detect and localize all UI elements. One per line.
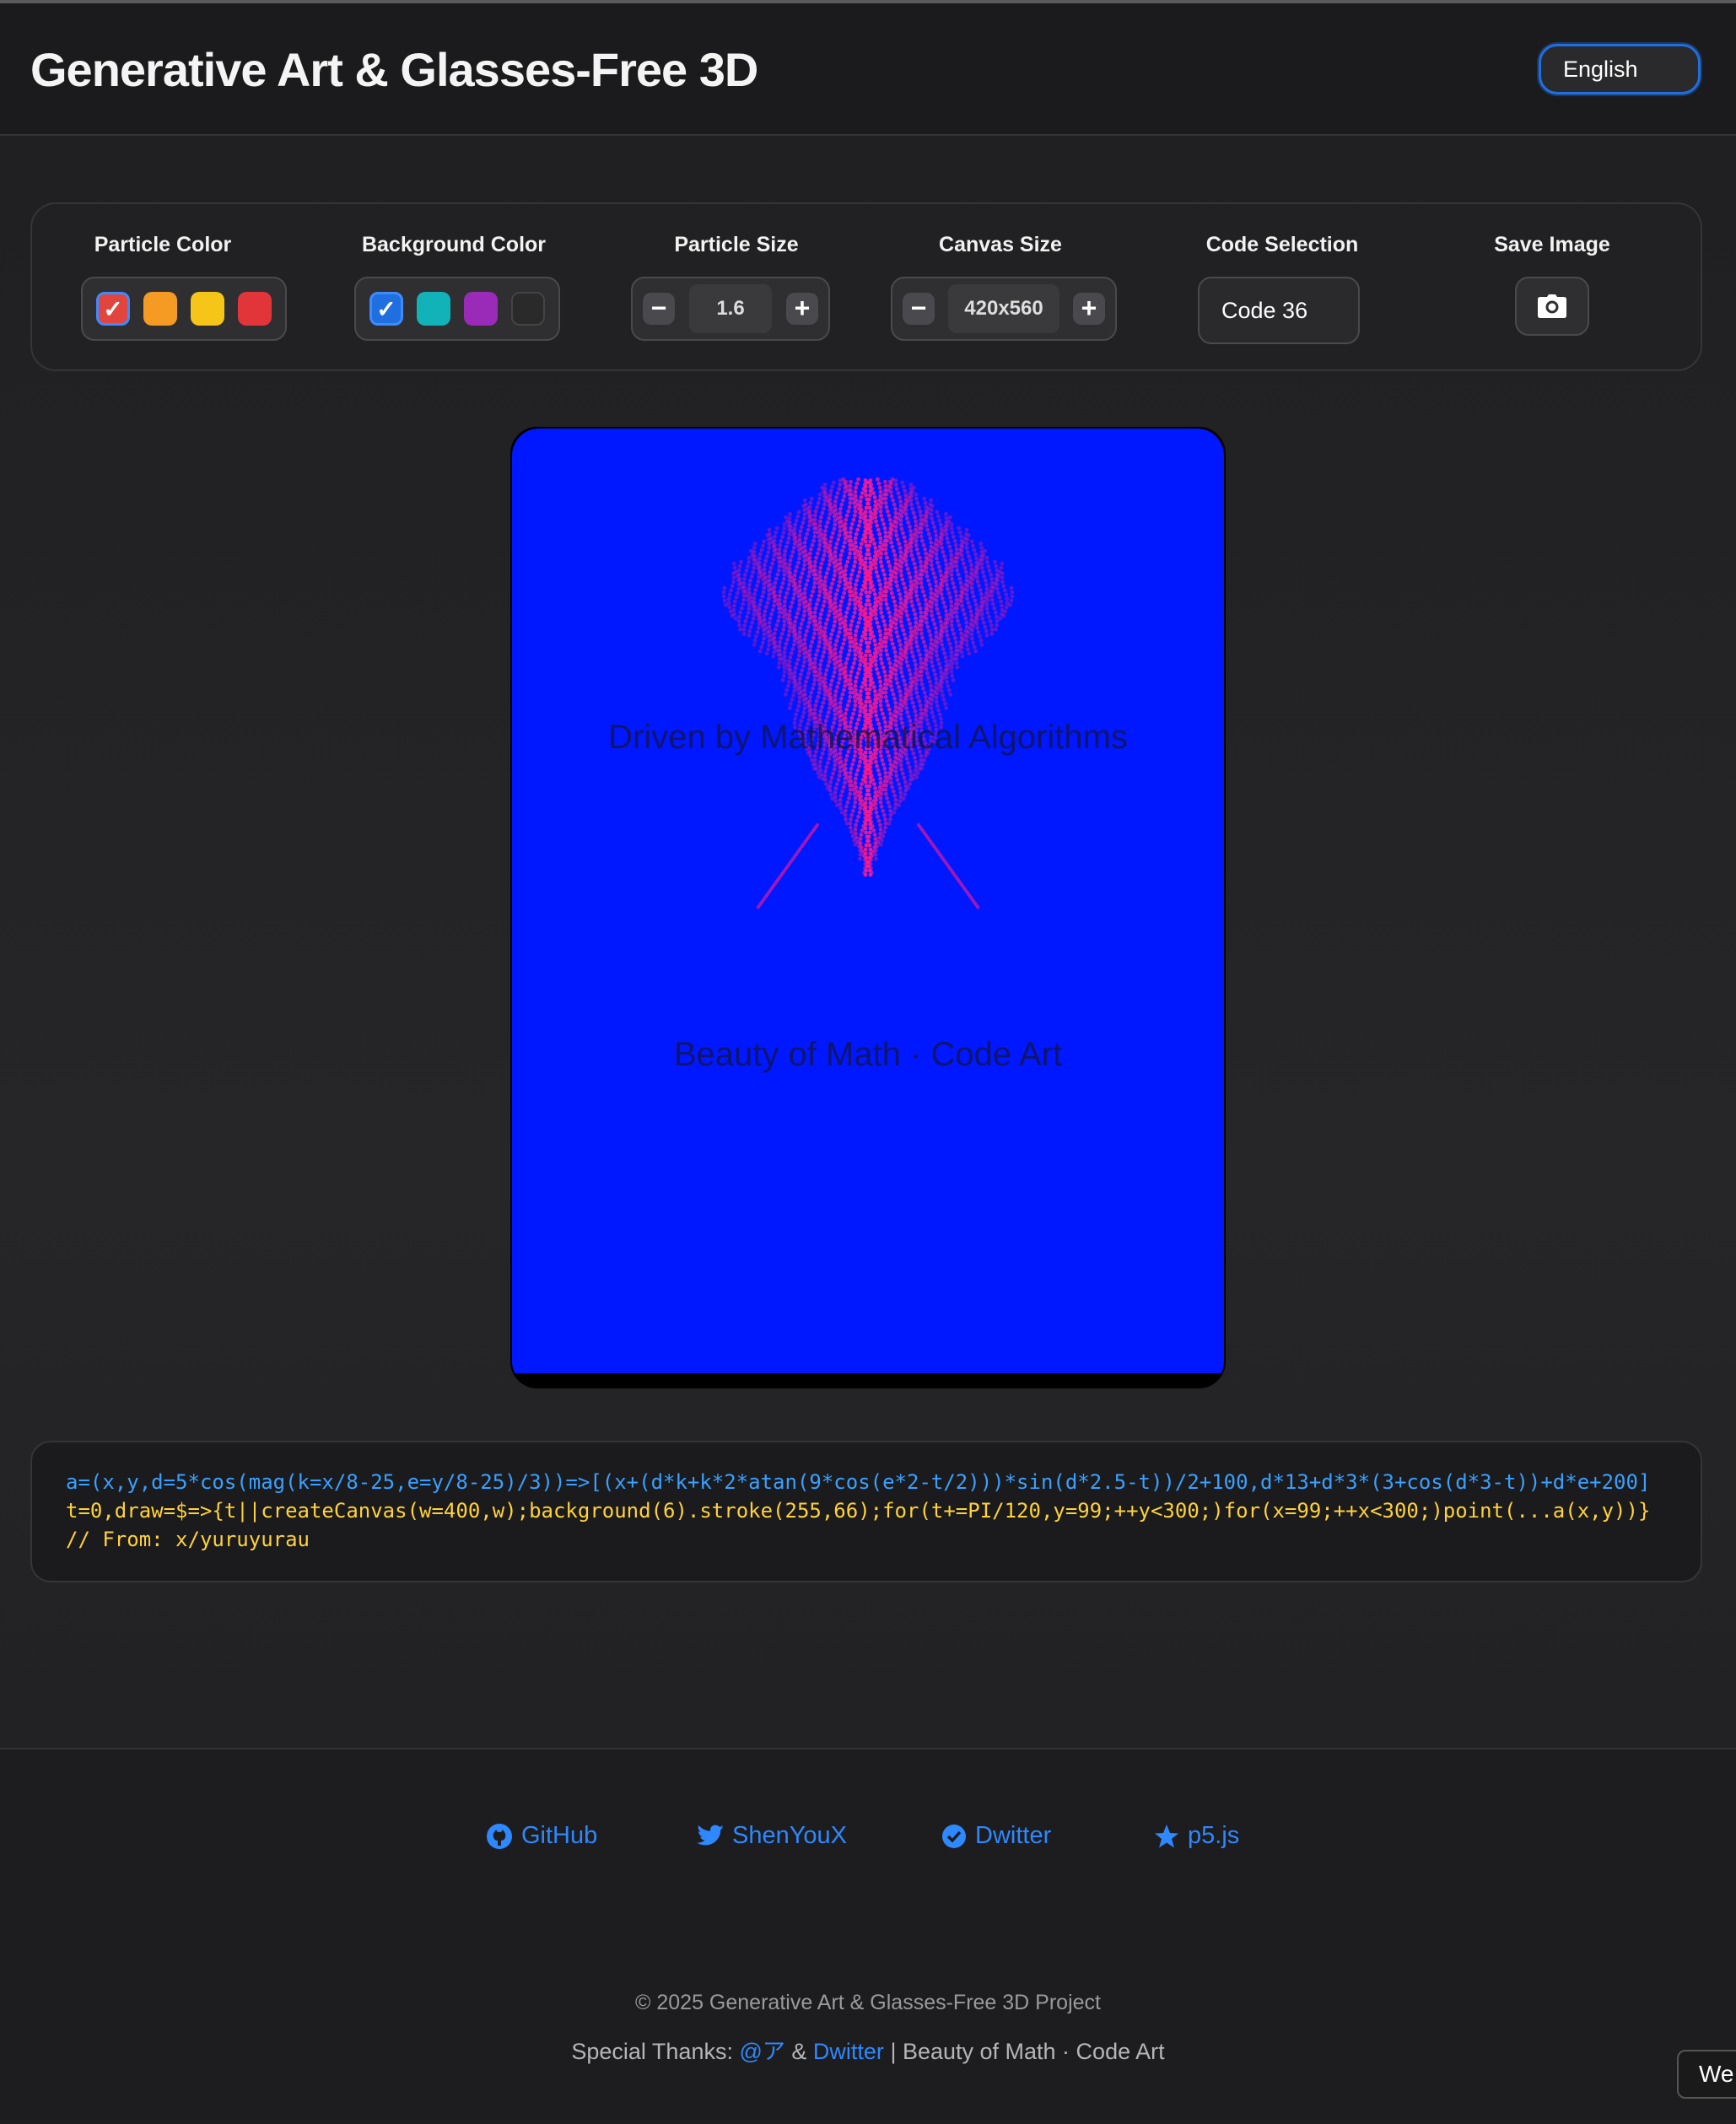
save-image-group: Save Image <box>1466 233 1638 263</box>
particle-size-label: Particle Size <box>674 233 799 256</box>
art-canvas-frame: Driven by Mathematical Algorithms Beauty… <box>510 427 1226 1388</box>
code-display: a=(x,y,d=5*cos(mag(k=x/8-25,e=y/8-25)/3)… <box>30 1441 1702 1582</box>
footer-link-p5js-label: p5.js <box>1188 1822 1240 1849</box>
code-selection-label: Code Selection <box>1205 233 1359 256</box>
background-color-purple[interactable] <box>464 292 498 326</box>
footer-link-github-label: GitHub <box>521 1822 598 1849</box>
code-line-2: t=0,draw=$=>{t||createCanvas(w=400,w);ba… <box>66 1499 1651 1523</box>
verified-icon <box>942 1824 966 1848</box>
code-line-1: a=(x,y,d=5*cos(mag(k=x/8-25,e=y/8-25)/3)… <box>66 1470 1651 1494</box>
copyright-text: © 2025 Generative Art & Glasses-Free 3D … <box>635 1991 1101 2014</box>
background-color-group: Background Color <box>353 233 555 263</box>
code-selection-select[interactable]: Code 36 <box>1198 277 1360 344</box>
page-footer: GitHub ShenYouX Dwitter p5.js © 2025 Gen… <box>0 1748 1736 2124</box>
particle-color-yellow[interactable] <box>191 292 224 326</box>
particle-size-stepper: − 1.6 + <box>631 277 830 341</box>
canvas-size-label: Canvas Size <box>939 233 1062 256</box>
particle-color-swatches: ✓ <box>81 277 287 341</box>
star-icon <box>1155 1824 1178 1847</box>
particle-figure <box>721 477 1015 909</box>
background-color-swatches: ✓ <box>354 277 560 341</box>
art-canvas[interactable]: Driven by Mathematical Algorithms Beauty… <box>512 429 1224 1373</box>
particle-size-value[interactable]: 1.6 <box>689 284 772 333</box>
particle-size-increase-button[interactable]: + <box>786 293 818 325</box>
thanks-user-link[interactable]: @ア <box>739 2039 784 2064</box>
code-selection-group: Code Selection <box>1188 233 1377 263</box>
canvas-overlay-top: Driven by Mathematical Algorithms <box>608 719 1128 756</box>
canvas-size-stepper: − 420x560 + <box>891 277 1117 341</box>
twitter-icon <box>697 1825 724 1845</box>
thanks-amp: & <box>784 2039 813 2064</box>
app-header: Generative Art & Glasses-Free 3D English <box>0 3 1736 136</box>
thanks-suffix: | Beauty of Math · Code Art <box>883 2039 1165 2064</box>
footer-link-github[interactable]: GitHub <box>486 1822 597 1850</box>
particle-color-red[interactable]: ✓ <box>96 292 130 326</box>
particle-color-label: Particle Color <box>94 233 232 256</box>
footer-link-dwitter[interactable]: Dwitter <box>941 1822 1051 1850</box>
save-image-button[interactable] <box>1515 277 1589 336</box>
canvas-size-increase-button[interactable]: + <box>1073 293 1105 325</box>
footer-link-shenyoux[interactable]: ShenYouX <box>697 1822 847 1850</box>
canvas-size-group: Canvas Size <box>901 233 1100 263</box>
generative-art-figure <box>721 477 1015 909</box>
special-thanks: Special Thanks: @ア & Dwitter | Beauty of… <box>0 2033 1736 2066</box>
corner-widget-button[interactable]: We <box>1677 2050 1736 2099</box>
particle-size-group: Particle Size <box>639 233 833 263</box>
canvas-overlay-bottom: Beauty of Math · Code Art <box>673 1036 1063 1073</box>
background-color-label: Background Color <box>361 233 547 256</box>
background-color-blue[interactable]: ✓ <box>369 292 403 326</box>
footer-link-p5js[interactable]: p5.js <box>1154 1822 1239 1850</box>
canvas-size-value[interactable]: 420x560 <box>948 284 1059 333</box>
controls-panel: Particle Color ✓ Background Color ✓ Part… <box>30 202 1702 371</box>
save-image-label: Save Image <box>1494 233 1610 256</box>
particle-color-group: Particle Color <box>83 233 243 263</box>
footer-link-shenyoux-label: ShenYouX <box>732 1822 848 1849</box>
github-icon <box>487 1823 512 1849</box>
thanks-prefix: Special Thanks: <box>571 2039 740 2064</box>
particle-color-crimson[interactable] <box>238 292 272 326</box>
thanks-dwitter-link[interactable]: Dwitter <box>813 2039 884 2064</box>
page-title: Generative Art & Glasses-Free 3D <box>30 43 758 96</box>
check-icon: ✓ <box>376 295 396 322</box>
camera-icon <box>1538 294 1566 318</box>
background-color-dark[interactable] <box>511 292 545 326</box>
footer-link-dwitter-label: Dwitter <box>975 1822 1052 1849</box>
canvas-size-decrease-button[interactable]: − <box>903 293 935 325</box>
particle-size-decrease-button[interactable]: − <box>643 293 675 325</box>
code-line-3: // From: x/yuruyurau <box>66 1528 310 1551</box>
background-color-teal[interactable] <box>417 292 450 326</box>
language-select[interactable]: English <box>1539 44 1701 94</box>
check-icon: ✓ <box>103 295 123 322</box>
particle-color-orange[interactable] <box>143 292 177 326</box>
